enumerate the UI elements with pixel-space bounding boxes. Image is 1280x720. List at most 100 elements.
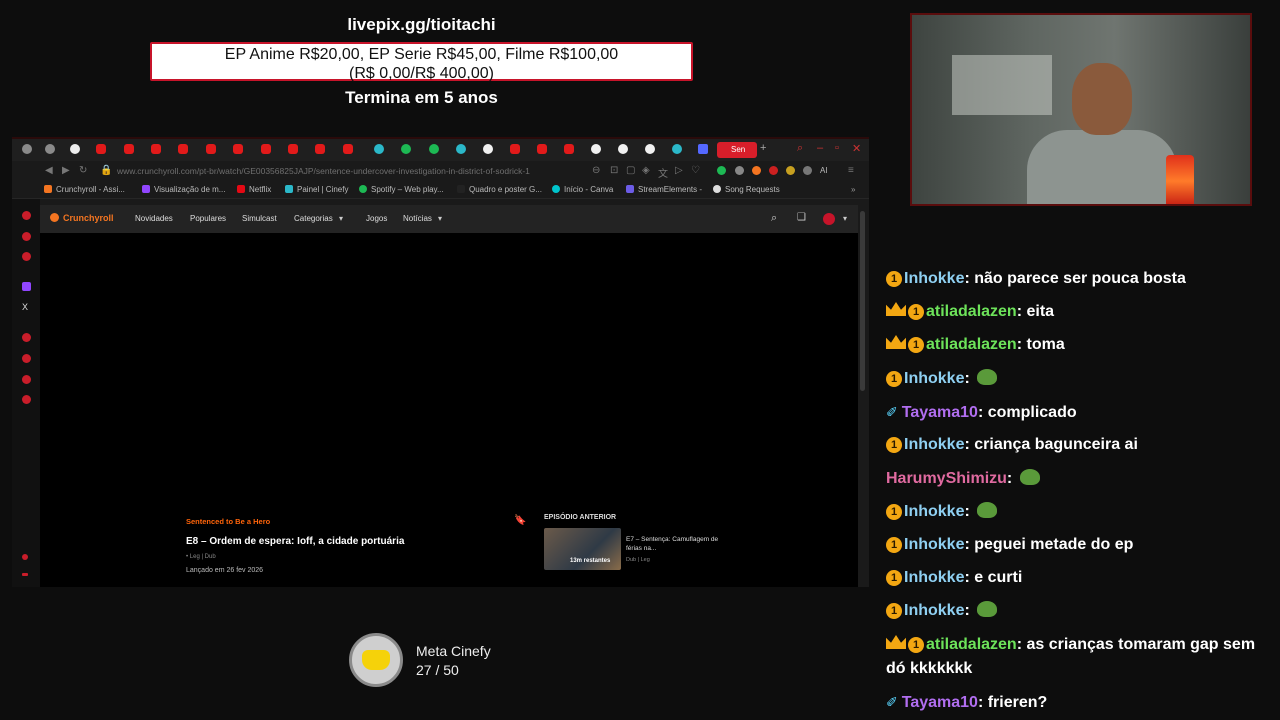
tab-favicon[interactable] — [456, 144, 466, 154]
tab-favicon[interactable] — [698, 144, 708, 154]
bookmark-item[interactable]: StreamElements - — [626, 185, 702, 194]
google-tab-icon[interactable] — [591, 144, 601, 154]
youtube-tab-icon[interactable] — [178, 144, 188, 154]
bookmark-item[interactable]: Painel | Cinefy — [285, 185, 348, 194]
screenshot-icon[interactable]: ▢ — [626, 165, 635, 176]
chat-username[interactable]: Inhokke — [904, 370, 964, 387]
youtube-tab-icon[interactable] — [261, 144, 271, 154]
chat-username[interactable]: Tayama10 — [902, 694, 978, 711]
chat-username[interactable]: Tayama10 — [902, 404, 978, 421]
x-icon[interactable]: X — [22, 302, 28, 312]
bookmark-item[interactable]: Netflix — [237, 185, 271, 194]
url-field[interactable]: www.crunchyroll.com/pt-br/watch/GE003568… — [117, 166, 530, 176]
chat-username[interactable]: HarumyShimizu — [886, 470, 1007, 487]
sidebar-app-icon[interactable] — [22, 395, 31, 404]
nav-simulcast[interactable]: Simulcast — [242, 214, 277, 223]
chat-username[interactable]: Inhokke — [904, 436, 964, 453]
crunchyroll-logo[interactable]: Crunchyroll — [50, 213, 114, 223]
install-icon[interactable]: ⊡ — [610, 165, 618, 176]
translate-icon[interactable]: 文 — [658, 165, 668, 180]
back-icon[interactable]: ◀ — [45, 165, 53, 176]
twitch-icon[interactable] — [22, 282, 31, 291]
series-title[interactable]: Sentenced to Be a Hero — [186, 517, 270, 526]
more-bookmarks-icon[interactable]: » — [851, 185, 855, 194]
bookmark-item[interactable]: Song Requests — [713, 185, 780, 194]
chat-username[interactable]: Inhokke — [904, 503, 964, 520]
sidebar-app-icon[interactable] — [22, 211, 31, 220]
bookmark-item[interactable]: Crunchyroll - Assi... — [44, 185, 125, 194]
video-player[interactable] — [40, 233, 858, 587]
sidebar-app-icon[interactable] — [22, 354, 31, 363]
nav-novidades[interactable]: Novidades — [135, 214, 173, 223]
avatar[interactable] — [823, 213, 835, 225]
sidebar-app-icon[interactable] — [22, 333, 31, 342]
previous-episode-title[interactable]: E7 – Sentença: Camuflagem de férias na..… — [626, 535, 721, 553]
nav-categorias[interactable]: Categorias — [294, 214, 333, 223]
tab-favicon[interactable] — [401, 144, 411, 154]
ai-extension-label[interactable]: AI — [820, 166, 828, 175]
favorite-icon[interactable]: ♡ — [691, 165, 700, 176]
youtube-tab-icon[interactable] — [288, 144, 298, 154]
youtube-tab-icon[interactable] — [315, 144, 325, 154]
maximize-icon[interactable]: ▫ — [835, 142, 839, 154]
nav-jogos[interactable]: Jogos — [366, 214, 387, 223]
menu-icon[interactable]: ≡ — [848, 165, 854, 176]
page-scrollbar[interactable] — [858, 205, 869, 587]
bookmark-item[interactable]: Início - Canva — [552, 185, 613, 194]
chat-username[interactable]: Inhokke — [904, 602, 964, 619]
sidebar-settings-icon[interactable] — [22, 554, 28, 560]
scrollbar-thumb[interactable] — [860, 211, 865, 391]
sidebar-more-icon[interactable] — [22, 573, 28, 576]
tab-favicon[interactable] — [22, 144, 32, 154]
tab-favicon[interactable] — [45, 144, 55, 154]
tab-favicon[interactable] — [672, 144, 682, 154]
add-watchlist-icon[interactable]: 🔖 — [514, 515, 526, 526]
google-tab-icon[interactable] — [483, 144, 493, 154]
sidebar-app-icon[interactable] — [22, 252, 31, 261]
tab-favicon[interactable] — [70, 144, 80, 154]
chat-username[interactable]: Inhokke — [904, 270, 964, 287]
sidebar-app-icon[interactable] — [22, 375, 31, 384]
youtube-tab-icon[interactable] — [510, 144, 520, 154]
close-icon[interactable]: ✕ — [852, 142, 861, 155]
reload-icon[interactable]: ↻ — [79, 165, 87, 176]
extension-icon[interactable] — [752, 166, 761, 175]
tab-favicon[interactable] — [374, 144, 384, 154]
extension-icon[interactable] — [803, 166, 812, 175]
youtube-tab-icon[interactable] — [537, 144, 547, 154]
chevron-down-icon[interactable]: ▾ — [843, 214, 847, 223]
youtube-tab-icon[interactable] — [233, 144, 243, 154]
chat-username[interactable]: atiladalazen — [926, 636, 1017, 653]
extension-icon[interactable] — [717, 166, 726, 175]
youtube-tab-icon[interactable] — [151, 144, 161, 154]
minimize-icon[interactable]: – — [817, 142, 823, 154]
zoom-icon[interactable]: ⊖ — [592, 165, 600, 176]
bookmark-icon[interactable]: ❑ — [797, 212, 806, 223]
youtube-tab-icon[interactable] — [96, 144, 106, 154]
search-icon[interactable]: ⌕ — [771, 212, 777, 225]
extension-icon[interactable] — [769, 166, 778, 175]
extension-icon[interactable] — [735, 166, 744, 175]
bookmark-item[interactable]: Visualização de m... — [142, 185, 225, 194]
extension-icon[interactable] — [786, 166, 795, 175]
bookmark-item[interactable]: Spotify – Web play... — [359, 185, 444, 194]
bookmark-item[interactable]: Quadro e poster G... — [457, 185, 542, 194]
shield-icon[interactable]: ◈ — [642, 165, 650, 176]
forward-icon[interactable]: ▶ — [62, 165, 70, 176]
sidebar-app-icon[interactable] — [22, 232, 31, 241]
play-icon[interactable]: ▷ — [675, 165, 683, 176]
active-tab[interactable]: Sen — [717, 142, 757, 158]
chat-username[interactable]: atiladalazen — [926, 336, 1017, 353]
new-tab-icon[interactable]: + — [760, 142, 766, 154]
youtube-tab-icon[interactable] — [564, 144, 574, 154]
youtube-tab-icon[interactable] — [343, 144, 353, 154]
google-tab-icon[interactable] — [645, 144, 655, 154]
spotify-tab-icon[interactable] — [429, 144, 439, 154]
chat-username[interactable]: atiladalazen — [926, 303, 1017, 320]
google-tab-icon[interactable] — [618, 144, 628, 154]
youtube-tab-icon[interactable] — [124, 144, 134, 154]
previous-episode-thumbnail[interactable]: 13m restantes — [544, 528, 621, 570]
chat-username[interactable]: Inhokke — [904, 569, 964, 586]
nav-populares[interactable]: Populares — [190, 214, 226, 223]
chat-username[interactable]: Inhokke — [904, 536, 964, 553]
